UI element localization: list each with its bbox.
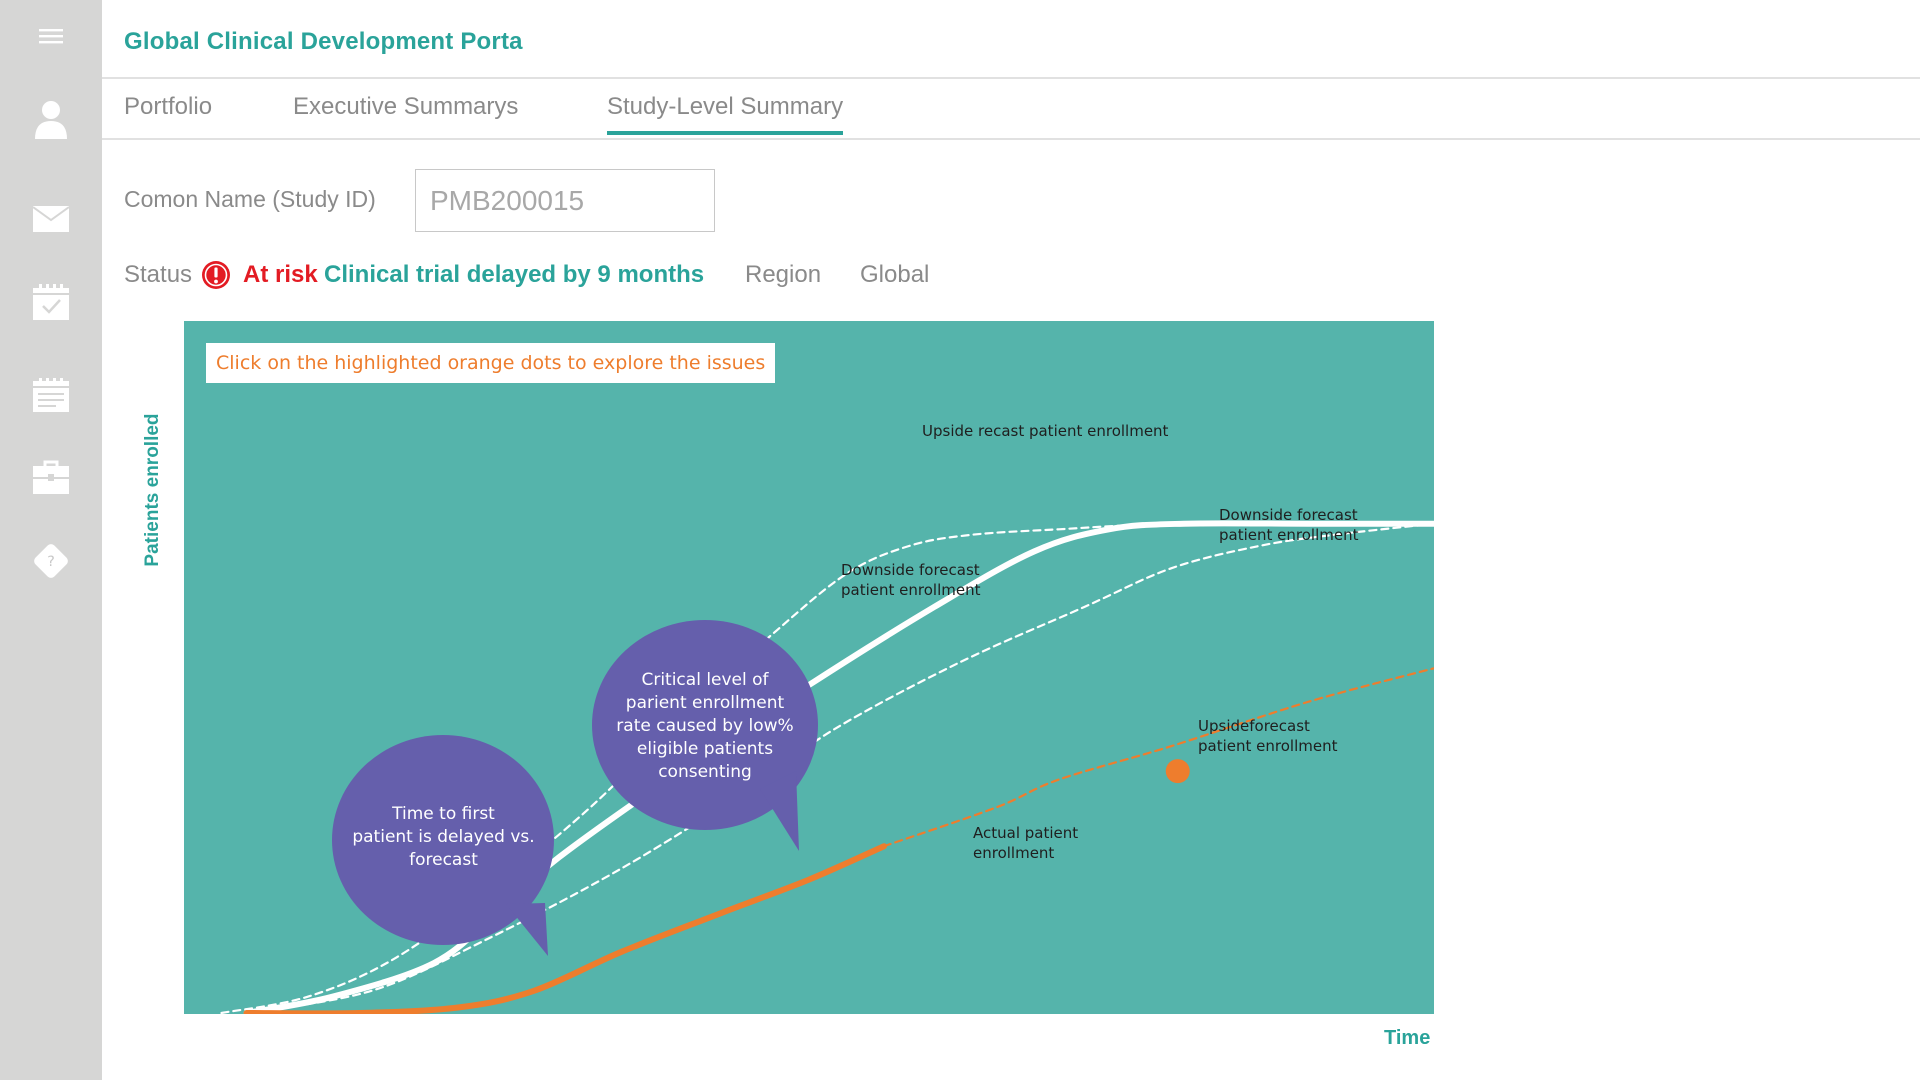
- callout-line: eligible patients: [636, 739, 774, 759]
- callout-critical-level-text: Critical level of parient enrollment rat…: [600, 669, 810, 784]
- annotation-line: Actual patient: [973, 824, 1079, 842]
- status-row: Status At risk Clinical trial delayed by…: [124, 258, 1920, 292]
- alert-icon: [202, 261, 230, 289]
- study-id-label: Comon Name (Study ID): [124, 186, 376, 212]
- tab-portfolio[interactable]: Portfolio: [124, 93, 212, 135]
- callout-line: parient enrollment: [625, 693, 785, 713]
- app-title: Global Clinical Development Porta: [124, 28, 523, 55]
- study-id-input[interactable]: PMB200015: [415, 169, 715, 232]
- status-risk-text: At risk: [243, 261, 318, 288]
- annotation-line: Downside forecast: [841, 561, 980, 579]
- tab-bar: Portfolio Executive Summarys Study-Level…: [102, 77, 1920, 140]
- help-icon[interactable]: ?: [31, 541, 71, 581]
- callout-line: consenting: [658, 762, 752, 782]
- user-icon[interactable]: [31, 99, 71, 139]
- annotation-downside-forecast-1: Downside forecast patient enrollment: [841, 560, 980, 600]
- x-axis-label: Time: [1384, 1027, 1431, 1049]
- annotation-line: Downside forecast: [1219, 506, 1358, 524]
- region-value[interactable]: Global: [860, 258, 929, 292]
- chart-canvas: [184, 321, 1437, 1017]
- mail-icon[interactable]: [31, 199, 71, 239]
- annotation-upside-forecast: Upsideforecast patient enrollment: [1198, 716, 1337, 756]
- orange-issue-dot-0[interactable]: [1165, 759, 1190, 784]
- callout-line: patient is delayed vs.: [352, 827, 535, 847]
- annotation-line: Upside recast patient enrollment: [922, 422, 1169, 440]
- tab-executive-summarys[interactable]: Executive Summarys: [293, 93, 518, 135]
- region-label[interactable]: Region: [745, 258, 821, 292]
- calendar-list-icon[interactable]: [31, 375, 71, 415]
- annotation-line: patient enrollment: [1198, 737, 1338, 755]
- svg-text:?: ?: [47, 554, 55, 570]
- annotation-line: patient enrollment: [841, 581, 981, 599]
- annotation-line: Upsideforecast: [1198, 717, 1310, 735]
- annotation-line: patient enrollment: [1219, 526, 1359, 544]
- annotation-downside-forecast-2: Downside forecast patient enrollment: [1219, 505, 1358, 545]
- annotation-line: enrollment: [973, 844, 1055, 862]
- callout-first-patient-text: Time to first patient is delayed vs. for…: [341, 803, 546, 872]
- callout-line: rate caused by low%: [616, 716, 794, 736]
- menu-icon[interactable]: [31, 16, 71, 56]
- status-label: Status: [124, 261, 193, 288]
- callout-line: forecast: [409, 850, 478, 870]
- annotation-actual-enrollment: Actual patient enrollment: [973, 823, 1078, 863]
- callout-line: Time to first: [392, 804, 495, 824]
- sidebar: ?: [0, 0, 102, 1080]
- callout-line: Critical level of: [641, 670, 769, 690]
- annotation-upside-recast: Upside recast patient enrollment: [922, 421, 1168, 441]
- status-delay-text: Clinical trial delayed by 9 months: [324, 261, 705, 288]
- tab-study-level-summary[interactable]: Study-Level Summary: [607, 93, 844, 135]
- enrollment-chart: [184, 321, 1437, 1017]
- calendar-check-icon[interactable]: [31, 282, 71, 322]
- briefcase-icon[interactable]: [31, 457, 71, 497]
- y-axis-label: Patients enrolled: [142, 413, 163, 567]
- header: Global Clinical Development Porta: [102, 0, 1920, 79]
- chart-hint: Click on the highlighted orange dots to …: [206, 343, 776, 383]
